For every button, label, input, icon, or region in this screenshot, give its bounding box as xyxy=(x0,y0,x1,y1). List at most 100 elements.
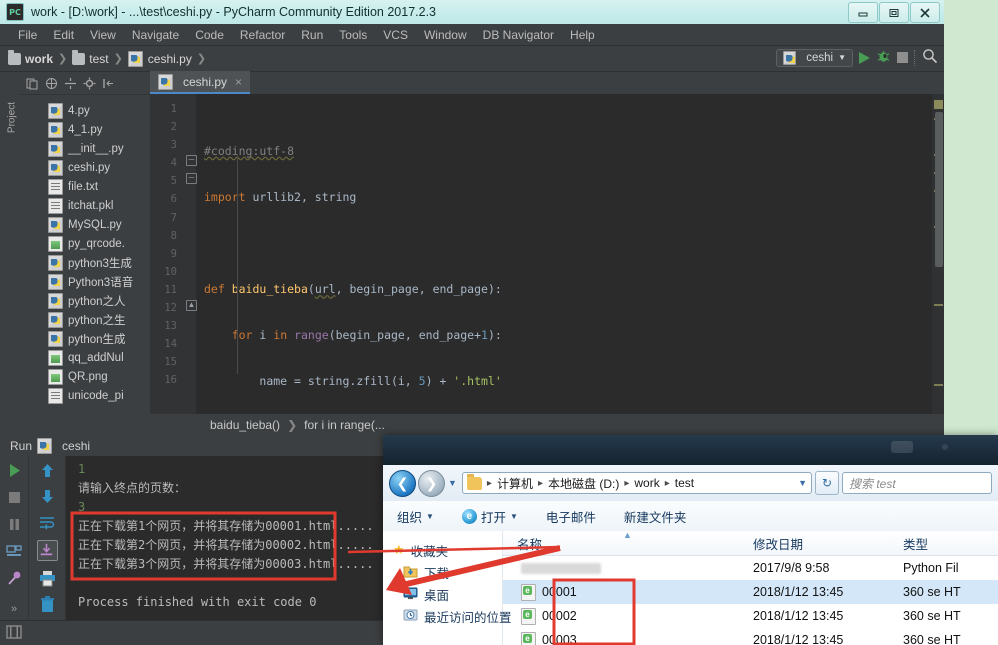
address-segment[interactable]: work xyxy=(634,476,659,490)
menu-vcs[interactable]: VCS xyxy=(375,26,416,44)
gear-icon[interactable] xyxy=(83,77,96,90)
menu-file[interactable]: File xyxy=(10,26,45,44)
expand-collapse-icon[interactable] xyxy=(64,77,77,90)
tree-item[interactable]: 4.py xyxy=(20,101,150,120)
menu-navigate[interactable]: Navigate xyxy=(124,26,187,44)
column-header-date[interactable]: 修改日期 xyxy=(753,534,903,553)
tree-item-label: 4_1.py xyxy=(68,123,103,136)
tree-item[interactable]: MySQL.py xyxy=(20,215,150,234)
table-row[interactable]: 00001 2018/1/12 13:45 360 se HT xyxy=(503,580,998,604)
code-text[interactable]: #coding:utf-8 import urllib2, string def… xyxy=(196,94,944,436)
new-folder-button[interactable]: 新建文件夹 xyxy=(610,501,701,531)
editor-marker-rail[interactable] xyxy=(932,94,944,436)
run-icon[interactable] xyxy=(6,462,23,479)
menu-db-navigator[interactable]: DB Navigator xyxy=(475,26,562,44)
refresh-icon[interactable]: ↻ xyxy=(815,471,839,495)
project-tree-toolbar xyxy=(20,72,150,95)
menu-code[interactable]: Code xyxy=(187,26,232,44)
tree-item[interactable]: py_qrcode. xyxy=(20,234,150,253)
tree-item[interactable]: itchat.pkl xyxy=(20,196,150,215)
table-row[interactable]: 2017/9/8 9:58 Python Fil xyxy=(503,556,998,580)
run-config-name[interactable]: ceshi xyxy=(62,439,90,453)
menu-help[interactable]: Help xyxy=(562,26,603,44)
menu-edit[interactable]: Edit xyxy=(45,26,82,44)
collapse-all-icon[interactable] xyxy=(45,77,58,90)
sort-ascending-icon: ▲ xyxy=(623,529,632,540)
email-button[interactable]: 电子邮件 xyxy=(532,501,610,531)
stop-icon[interactable] xyxy=(6,489,23,506)
print-icon[interactable] xyxy=(39,570,56,587)
table-row[interactable]: 00003 2018/1/12 13:45 360 se HT xyxy=(503,628,998,645)
sidebar-item-favorites[interactable]: ★ 收藏夹 xyxy=(383,539,502,561)
console-icon[interactable] xyxy=(5,543,23,560)
tree-item[interactable]: __init__.py xyxy=(20,139,150,158)
tree-item-label: 4.py xyxy=(68,104,90,117)
menu-window[interactable]: Window xyxy=(416,26,475,44)
menu-refactor[interactable]: Refactor xyxy=(232,26,293,44)
table-row[interactable]: 00002 2018/1/12 13:45 360 se HT xyxy=(503,604,998,628)
column-header-type[interactable]: 类型 xyxy=(903,534,998,553)
trash-icon[interactable] xyxy=(39,596,56,613)
project-tool-label[interactable]: Project xyxy=(7,90,18,146)
sidebar-item-downloads[interactable]: 下载 xyxy=(383,561,502,583)
tab-ceshi-py[interactable]: ceshi.py × xyxy=(150,71,251,94)
menu-view[interactable]: View xyxy=(82,26,124,44)
tree-item[interactable]: python生成 xyxy=(20,329,150,348)
breadcrumb-loop[interactable]: for i in range(... xyxy=(304,418,385,432)
terminal-icon[interactable] xyxy=(6,624,22,642)
select-opened-file-icon[interactable] xyxy=(26,77,39,90)
tree-item-label: python之生 xyxy=(68,314,126,327)
tree-item[interactable]: python之生 xyxy=(20,310,150,329)
chevron-right-icon: ▸ xyxy=(486,477,492,489)
tree-item[interactable]: python3生成 xyxy=(20,253,150,272)
breadcrumb-test[interactable]: test ❯ xyxy=(72,49,128,66)
tree-item[interactable]: qq_addNul xyxy=(20,348,150,367)
breadcrumb-function[interactable]: baidu_tieba() xyxy=(210,418,280,432)
tree-item[interactable]: ceshi.py xyxy=(20,158,150,177)
scroll-down-icon[interactable] xyxy=(39,488,56,505)
back-button[interactable]: ❮ xyxy=(389,469,416,497)
run-icon[interactable] xyxy=(859,51,870,64)
stop-icon[interactable] xyxy=(897,52,908,63)
tree-item[interactable]: 4_1.py xyxy=(20,120,150,139)
sidebar-item-desktop[interactable]: 桌面 xyxy=(383,583,502,605)
search-icon[interactable] xyxy=(922,48,938,67)
address-segment[interactable]: 本地磁盘 (D:) xyxy=(548,475,619,492)
address-bar[interactable]: ▸ 计算机 ▸ 本地磁盘 (D:) ▸ work ▸ test ▼ xyxy=(461,472,812,494)
editor-scrollbar-thumb[interactable] xyxy=(935,112,943,267)
history-dropdown-icon[interactable]: ▼ xyxy=(448,478,457,488)
python-file-icon xyxy=(48,292,63,309)
breadcrumb-ceshi-py[interactable]: ceshi.py ❯ xyxy=(127,50,211,67)
scroll-up-icon[interactable] xyxy=(39,462,56,479)
tree-item[interactable]: unicode_pi xyxy=(20,386,150,405)
tree-item[interactable]: python之人 xyxy=(20,291,150,310)
address-segment[interactable]: test xyxy=(675,476,694,490)
chevron-down-icon[interactable]: ▼ xyxy=(792,478,807,488)
debug-icon[interactable] xyxy=(876,49,891,67)
pause-icon[interactable] xyxy=(6,516,23,533)
hide-panel-icon[interactable] xyxy=(102,77,115,90)
explorer-body: ★ 收藏夹 下载 桌面 最近访问的位置 名称 ▲ 修改日期 类型 2017/9/… xyxy=(383,530,998,645)
open-button[interactable]: e 打开 ▼ xyxy=(448,501,532,531)
address-segment[interactable]: 计算机 xyxy=(497,475,533,492)
close-icon[interactable]: × xyxy=(235,75,242,89)
menu-run[interactable]: Run xyxy=(293,26,331,44)
minimize-button[interactable] xyxy=(848,2,878,23)
run-configuration-selector[interactable]: ceshi ▼ xyxy=(776,48,853,67)
tree-item[interactable]: Python3语音 xyxy=(20,272,150,291)
maximize-button[interactable] xyxy=(879,2,909,23)
column-header-name[interactable]: 名称 ▲ xyxy=(503,530,753,553)
scroll-to-end-icon[interactable] xyxy=(36,540,58,561)
organize-button[interactable]: 组织 ▼ xyxy=(383,501,448,531)
soft-wrap-icon[interactable] xyxy=(39,514,56,531)
search-input[interactable]: 搜索 test xyxy=(842,472,992,494)
forward-button[interactable]: ❯ xyxy=(418,469,445,497)
pin-icon[interactable] xyxy=(6,570,23,587)
tree-item[interactable]: file.txt xyxy=(20,177,150,196)
close-button[interactable] xyxy=(910,2,940,23)
breadcrumb-work[interactable]: work ❯ xyxy=(8,49,72,66)
expand-icon[interactable]: » xyxy=(11,603,17,615)
sidebar-item-recent-places[interactable]: 最近访问的位置 xyxy=(383,605,512,627)
tree-item[interactable]: QR.png xyxy=(20,367,150,386)
menu-tools[interactable]: Tools xyxy=(331,26,375,44)
